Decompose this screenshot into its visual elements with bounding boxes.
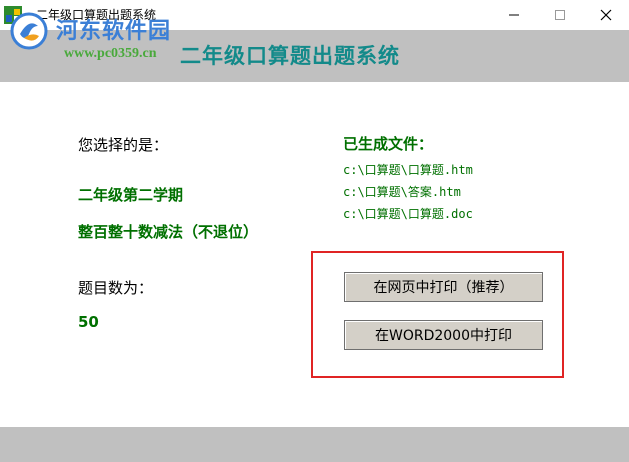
files-label: 已生成文件： (343, 135, 434, 153)
watermark-name: 河东软件园 (56, 19, 172, 44)
file-item: c:\口算题\口算题.doc (343, 207, 473, 221)
minimize-icon (509, 14, 519, 16)
footer-band (0, 427, 629, 462)
grade-text: 二年级第二学期 (78, 186, 184, 204)
print-web-button[interactable]: 在网页中打印（推荐） (344, 272, 543, 302)
banner-title: 二年级口算题出题系统 (180, 44, 400, 68)
watermark-url: www.pc0359.cn (64, 46, 157, 61)
close-button[interactable] (583, 0, 629, 30)
exercise-type-text: 整百整十数减法（不退位） (78, 223, 259, 241)
maximize-icon (555, 10, 565, 20)
watermark-logo-icon (10, 12, 48, 50)
count-label: 题目数为： (78, 279, 154, 297)
minimize-button[interactable] (491, 0, 537, 30)
selection-label: 您选择的是： (78, 136, 169, 154)
close-icon (600, 9, 612, 21)
count-value: 50 (78, 313, 99, 331)
print-options-highlight (311, 251, 564, 378)
print-word-button[interactable]: 在WORD2000中打印 (344, 320, 543, 350)
watermark: 河东软件园 www.pc0359.cn (10, 12, 200, 70)
file-item: c:\口算题\口算题.htm (343, 163, 473, 177)
file-item: c:\口算题\答案.htm (343, 185, 461, 199)
maximize-button[interactable] (537, 0, 583, 30)
